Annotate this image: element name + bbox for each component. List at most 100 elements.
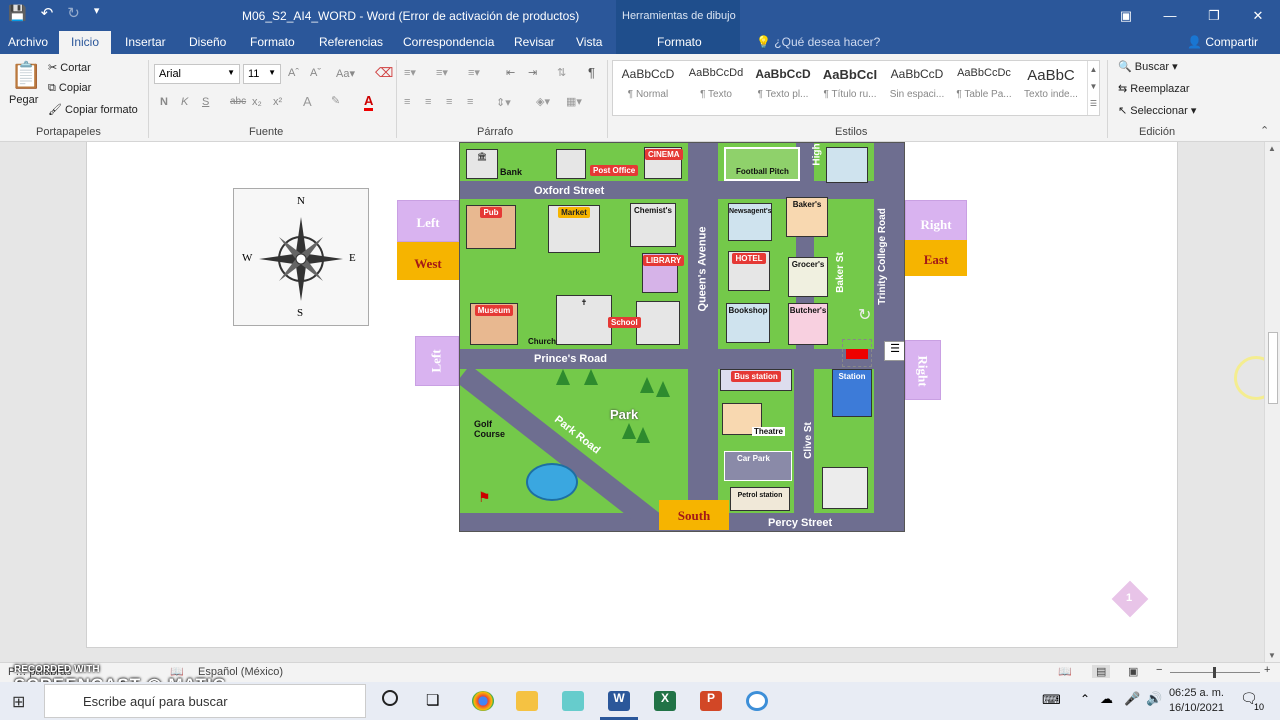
print-layout-icon[interactable]: ▤ — [1092, 665, 1111, 678]
share-button[interactable]: 👤 Compartir — [1187, 35, 1258, 49]
chrome-icon[interactable] — [472, 691, 494, 711]
cortana-icon[interactable] — [382, 690, 398, 706]
tell-me-input[interactable]: 💡 ¿Qué desea hacer? — [756, 35, 880, 49]
zoom-in-icon[interactable]: + — [1264, 664, 1270, 676]
file-explorer-icon[interactable] — [516, 691, 538, 711]
start-icon[interactable]: ⊞ — [12, 692, 25, 712]
ribbon-display-icon[interactable]: ▣ — [1104, 0, 1148, 31]
font-size-select[interactable]: 11 ▼ — [243, 64, 281, 84]
tab-revisar[interactable]: Revisar — [514, 35, 555, 49]
scroll-up-icon[interactable]: ▲ — [1268, 144, 1276, 153]
tab-inicio[interactable]: Inicio — [59, 31, 112, 54]
styles-scroll[interactable]: ▲ ▼ ☰ — [1087, 61, 1099, 115]
italic-button[interactable]: K — [181, 96, 188, 108]
cloud-icon[interactable]: ☁ — [1100, 691, 1113, 707]
shading-icon[interactable]: ◈▾ — [536, 95, 550, 108]
change-case-icon[interactable]: Aa▾ — [336, 67, 355, 80]
powerpoint-icon[interactable]: P — [700, 691, 722, 711]
paste-icon[interactable]: 📋 — [10, 60, 42, 91]
multilevel-list-icon[interactable]: ≡▾ — [468, 66, 480, 79]
read-mode-icon[interactable]: 📖 — [1058, 665, 1072, 678]
tab-referencias[interactable]: Referencias — [319, 35, 383, 49]
style-titulo[interactable]: AaBbCcI ¶ Título ru... — [817, 67, 883, 100]
underline-button[interactable]: S — [202, 96, 209, 108]
label-right-top[interactable]: Right — [905, 200, 967, 242]
undo-icon[interactable]: ↶ — [41, 4, 54, 22]
tab-formato[interactable]: Formato — [250, 35, 295, 49]
web-layout-icon[interactable]: ▣ — [1128, 665, 1138, 678]
find-button[interactable]: 🔍 Buscar ▾ — [1118, 60, 1178, 73]
zoom-slider-thumb[interactable] — [1213, 667, 1216, 678]
microphone-icon[interactable]: 🎤 — [1124, 691, 1140, 707]
style-sin-espaciado[interactable]: AaBbCcD Sin espaci... — [884, 67, 950, 100]
style-normal[interactable]: AaBbCcD ¶ Normal — [615, 67, 681, 100]
red-arrow-shape[interactable] — [846, 349, 868, 359]
increase-indent-icon[interactable]: ⇥ — [528, 66, 537, 79]
taskbar-search[interactable]: Escribe aquí para buscar — [44, 684, 366, 718]
label-left-top[interactable]: Left — [397, 200, 459, 242]
volume-icon[interactable]: 🔊 — [1146, 691, 1162, 707]
town-map[interactable]: Oxford Street Prince's Road Percy Street… — [459, 142, 905, 532]
tab-archivo[interactable]: Archivo — [8, 35, 48, 49]
scroll-down-icon[interactable]: ▼ — [1268, 651, 1276, 660]
label-west[interactable]: West — [397, 242, 459, 280]
maximize-button[interactable]: ❐ — [1192, 0, 1236, 31]
style-texto-plano[interactable]: AaBbCcD ¶ Texto pl... — [750, 67, 816, 100]
shrink-font-icon[interactable]: Aˇ — [310, 67, 321, 79]
collapse-ribbon-icon[interactable]: ⌃ — [1260, 124, 1269, 137]
align-right-icon[interactable]: ≡ — [446, 96, 452, 108]
style-table-paragraph[interactable]: AaBbCcDc ¶ Table Pa... — [951, 67, 1017, 100]
text-effects-icon[interactable]: A — [303, 94, 312, 109]
excel-icon[interactable]: X — [654, 691, 676, 711]
copy-button[interactable]: ⧉ Copiar — [48, 82, 91, 95]
app-icon[interactable] — [562, 691, 584, 711]
paste-button[interactable]: Pegar — [9, 94, 38, 106]
cut-button[interactable]: ✂ Cortar — [48, 61, 91, 74]
numbering-icon[interactable]: ≡▾ — [436, 66, 448, 79]
replace-button[interactable]: ⇆ Reemplazar — [1118, 82, 1190, 95]
line-spacing-icon[interactable]: ⇕▾ — [496, 96, 511, 109]
label-east[interactable]: East — [905, 240, 967, 276]
label-south[interactable]: South — [659, 500, 729, 530]
word-icon[interactable]: W — [608, 691, 630, 711]
close-button[interactable]: ✕ — [1236, 0, 1280, 31]
rotate-handle-icon[interactable]: ↻ — [858, 305, 871, 325]
screencast-icon[interactable] — [746, 691, 768, 711]
justify-icon[interactable]: ≡ — [467, 96, 473, 108]
grow-font-icon[interactable]: Aˆ — [288, 67, 299, 79]
sort-icon[interactable]: ⇅ — [557, 66, 566, 79]
clear-format-icon[interactable]: ⌫ — [375, 65, 393, 81]
customize-qat-icon[interactable]: ▾ — [94, 4, 100, 22]
format-painter-button[interactable]: 🖌 Copiar formato — [48, 103, 138, 116]
zoom-out-icon[interactable]: − — [1156, 664, 1162, 676]
strikethrough-button[interactable]: abc — [230, 96, 246, 107]
save-icon[interactable]: 💾 — [8, 4, 27, 22]
vertical-scrollbar[interactable]: ▲ ▼ — [1264, 142, 1280, 662]
highlight-icon[interactable]: ✎ — [331, 94, 340, 107]
style-texto[interactable]: AaBbCcDd ¶ Texto — [683, 67, 749, 100]
decrease-indent-icon[interactable]: ⇤ — [506, 66, 515, 79]
compass-image[interactable]: N S E W — [233, 188, 369, 326]
bullets-icon[interactable]: ≡▾ — [404, 66, 416, 79]
align-left-icon[interactable]: ≡ — [404, 96, 410, 108]
tab-diseno[interactable]: Diseño — [189, 35, 226, 49]
chevron-up-icon[interactable]: ⌃ — [1080, 692, 1090, 706]
minimize-button[interactable]: — — [1148, 0, 1192, 31]
layout-options-icon[interactable]: ☰ — [884, 341, 904, 361]
show-marks-icon[interactable]: ¶ — [588, 65, 595, 80]
document-page[interactable]: N S E W Oxford Street Prince's Road Perc… — [86, 142, 1178, 648]
clock[interactable]: 06:25 a. m. 16/10/2021 — [1169, 686, 1224, 716]
tab-vista[interactable]: Vista — [576, 35, 602, 49]
tab-correspondencia[interactable]: Correspondencia — [403, 35, 494, 49]
borders-icon[interactable]: ▦▾ — [566, 95, 582, 108]
tab-insertar[interactable]: Insertar — [125, 35, 166, 49]
bold-button[interactable]: N — [160, 96, 168, 108]
scroll-thumb[interactable] — [1268, 332, 1278, 404]
font-color-icon[interactable]: A — [364, 93, 374, 111]
subscript-button[interactable]: x₂ — [252, 96, 262, 108]
keyboard-icon[interactable]: ⌨ — [1042, 692, 1061, 708]
label-right-mid[interactable]: Right — [905, 340, 941, 400]
font-name-select[interactable]: Arial ▼ — [154, 64, 240, 84]
tab-format-context[interactable]: Formato — [657, 35, 702, 49]
align-center-icon[interactable]: ≡ — [425, 96, 431, 108]
